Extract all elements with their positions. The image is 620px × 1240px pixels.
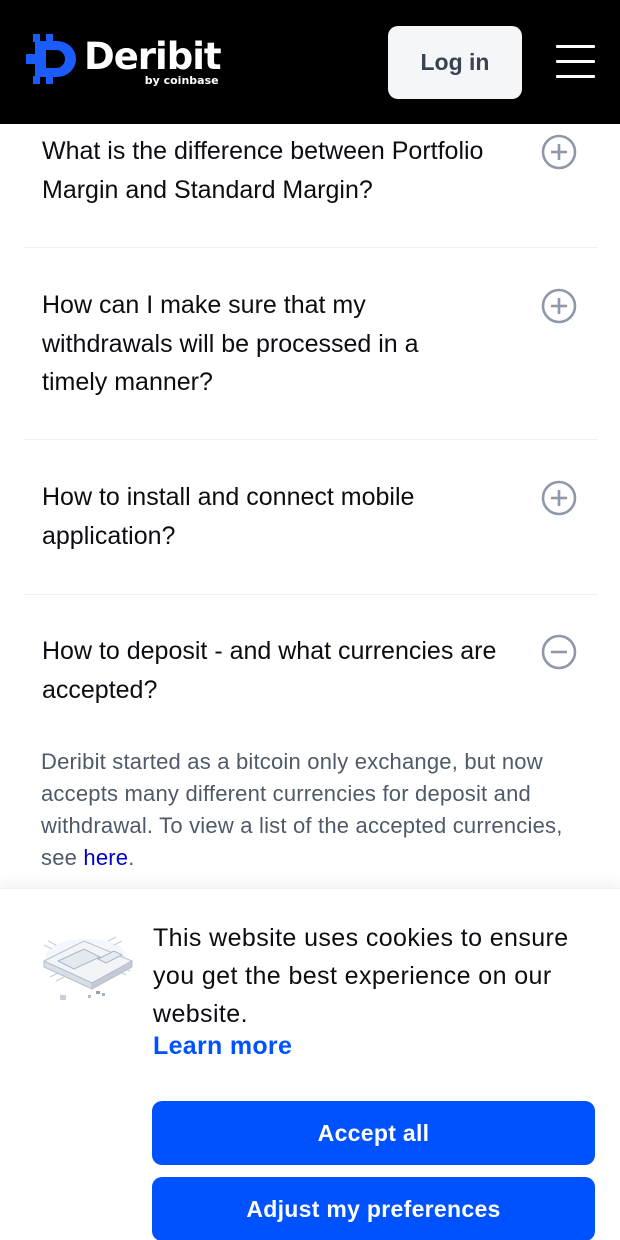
faq-answer: Deribit started as a bitcoin only exchan… [41,746,586,874]
faq-divider [24,594,598,595]
plus-circle-icon[interactable] [541,288,577,324]
login-button[interactable]: Log in [388,26,522,99]
cookie-banner: This website uses cookies to ensure you … [0,888,620,1240]
hamburger-menu-icon[interactable] [556,45,596,78]
faq-answer-suffix: . [128,845,135,870]
faq-question[interactable]: How to deposit - and what currencies are… [42,632,502,709]
logo-text: Deribit by coinbase [84,32,222,87]
adjust-preferences-button[interactable]: Adjust my preferences [152,1177,595,1240]
faq-divider [24,439,598,440]
accept-all-button[interactable]: Accept all [152,1101,595,1165]
learn-more-link[interactable]: Learn more [153,1032,292,1061]
faq-question[interactable]: How to install and connect mobile applic… [42,478,462,555]
top-nav-bar: Deribit by coinbase Log in [0,0,620,124]
plus-circle-icon[interactable] [541,134,577,170]
faq-divider [24,247,598,248]
minus-circle-icon[interactable] [541,634,577,670]
deribit-logo[interactable]: Deribit by coinbase [24,32,222,87]
cookie-chip-illustration [42,936,134,1000]
logo-byline: by coinbase [144,74,219,87]
cookie-message: This website uses cookies to ensure you … [153,924,569,1028]
faq-question[interactable]: What is the difference between Portfolio… [42,132,512,209]
plus-circle-icon[interactable] [541,480,577,516]
deribit-logo-mark-icon [26,34,76,84]
logo-wordmark: Deribit [84,35,222,78]
currencies-link[interactable]: here [83,845,128,870]
faq-question[interactable]: How can I make sure that my withdrawals … [42,286,482,402]
